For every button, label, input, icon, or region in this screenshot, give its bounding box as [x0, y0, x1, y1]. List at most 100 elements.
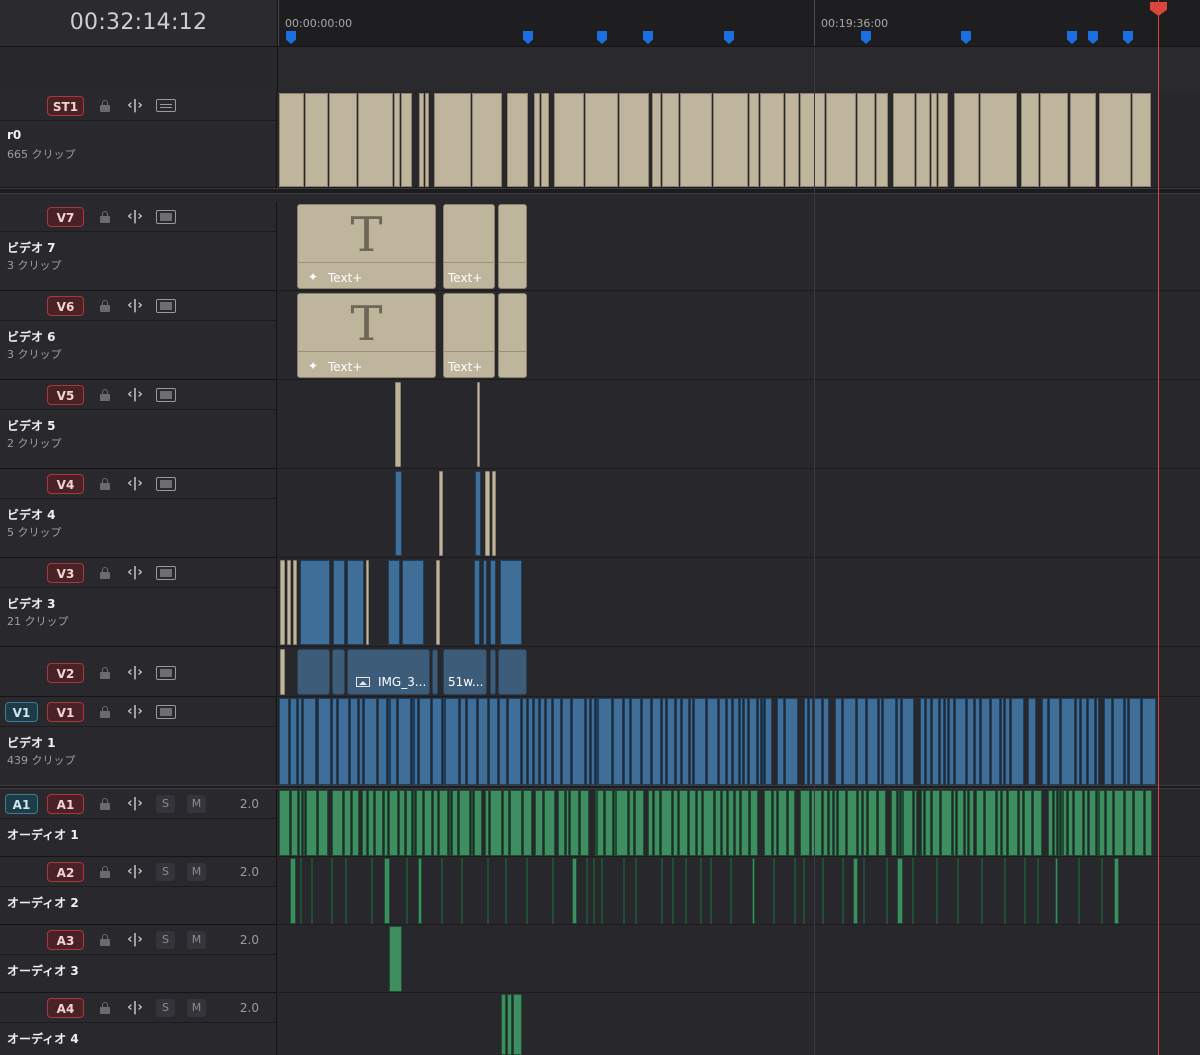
source-badge-v1[interactable]: V1 [5, 702, 38, 722]
clip[interactable] [809, 698, 813, 785]
audio-clip[interactable] [700, 858, 702, 924]
audio-clip[interactable] [886, 858, 888, 924]
film-icon[interactable] [156, 477, 176, 491]
timeline-marker[interactable] [1123, 31, 1133, 44]
clip[interactable] [492, 471, 496, 556]
audio-clip[interactable] [311, 858, 313, 924]
track-lane-v7[interactable]: T ✦ Text+ Text+ [278, 202, 1200, 291]
text-clip[interactable]: T ✦ Text+ [297, 204, 436, 289]
track-lane-a1[interactable] [278, 789, 1200, 857]
audio-clip[interactable] [752, 858, 755, 924]
clip[interactable] [507, 93, 528, 187]
clip[interactable] [329, 93, 357, 187]
timeline-ruler[interactable]: 00:00:00:00 00:19:36:00 [278, 0, 1200, 47]
clip[interactable] [764, 790, 772, 856]
clip[interactable] [300, 560, 330, 645]
audio-clip[interactable] [441, 858, 443, 924]
clip[interactable] [800, 93, 825, 187]
track-header-v3[interactable]: V3 ‹|› ビデオ 3 21 クリップ [0, 558, 277, 647]
clip[interactable] [562, 698, 571, 785]
lock-icon[interactable] [97, 99, 113, 113]
audio-clip[interactable] [552, 858, 554, 924]
clip[interactable] [624, 698, 630, 785]
clip[interactable] [1074, 790, 1083, 856]
audio-clip[interactable] [487, 858, 489, 924]
audio-clip[interactable] [897, 858, 903, 924]
track-header-a1[interactable]: A1 A1 ‹|› S M 2.0 オーディオ 1 [0, 789, 277, 857]
clip[interactable] [297, 649, 330, 695]
audio-clip[interactable] [842, 858, 844, 924]
clip[interactable] [572, 698, 585, 785]
clip[interactable] [1142, 698, 1156, 785]
audio-clip[interactable] [1024, 858, 1026, 924]
clip[interactable] [534, 698, 539, 785]
clip[interactable] [472, 93, 502, 187]
timecode-display[interactable]: 00:32:14:12 [0, 10, 277, 35]
clip[interactable] [544, 790, 555, 856]
clip[interactable] [679, 790, 688, 856]
clip[interactable] [867, 698, 878, 785]
clip[interactable] [1001, 698, 1004, 785]
clip[interactable] [432, 698, 442, 785]
clip[interactable] [471, 790, 473, 856]
clip[interactable] [1005, 698, 1010, 785]
audio-clip[interactable] [345, 858, 347, 924]
track-volume[interactable]: 2.0 [240, 1001, 259, 1015]
clip[interactable] [694, 698, 706, 785]
clip[interactable] [883, 698, 896, 785]
clip[interactable] [389, 790, 398, 856]
track-lane-v6[interactable]: T ✦ Text+ Text+ [278, 291, 1200, 380]
clip[interactable] [689, 790, 696, 856]
clip[interactable] [1129, 698, 1141, 785]
clip[interactable] [868, 790, 877, 856]
clip[interactable] [508, 698, 521, 785]
clip[interactable] [642, 698, 651, 785]
clip[interactable] [303, 698, 316, 785]
track-badge-st1[interactable]: ST1 [47, 96, 84, 116]
clip[interactable] [477, 382, 480, 467]
clip[interactable] [352, 790, 359, 856]
clip[interactable] [976, 790, 984, 856]
clip[interactable] [834, 790, 837, 856]
clip[interactable] [957, 790, 964, 856]
text-clip[interactable] [498, 204, 527, 289]
clip[interactable] [1049, 698, 1060, 785]
clip[interactable] [826, 93, 856, 187]
audio-clip[interactable] [1114, 858, 1119, 924]
audio-clip[interactable] [290, 858, 296, 924]
clip[interactable] [1033, 790, 1042, 856]
clip[interactable] [975, 698, 980, 785]
clip[interactable] [460, 698, 466, 785]
film-icon[interactable] [156, 705, 176, 719]
clip[interactable] [713, 93, 748, 187]
clip[interactable] [941, 790, 952, 856]
clip[interactable] [847, 790, 857, 856]
clip[interactable] [580, 790, 589, 856]
track-group-separator[interactable] [0, 188, 1200, 194]
clip[interactable] [879, 698, 882, 785]
track-header-a2[interactable]: A2 ‹|› S M 2.0 オーディオ 2 [0, 857, 277, 925]
track-badge-v4[interactable]: V4 [47, 474, 84, 494]
clip[interactable] [897, 698, 901, 785]
clip[interactable] [1063, 790, 1067, 856]
clip[interactable] [332, 790, 343, 856]
caption-icon[interactable] [156, 99, 176, 112]
link-icon[interactable]: ‹|› [124, 566, 146, 580]
clip[interactable] [1106, 790, 1113, 856]
clip[interactable] [299, 790, 302, 856]
audio-clip[interactable] [822, 858, 824, 924]
clip[interactable] [358, 93, 393, 187]
track-header-v7[interactable]: V7 ‹|› ビデオ 7 3 クリップ [0, 202, 277, 291]
clip[interactable] [395, 382, 401, 467]
clip[interactable] [605, 790, 613, 856]
clip[interactable] [332, 649, 345, 695]
track-header-v2[interactable]: V2 ‹|› [0, 647, 277, 697]
track-lane-a2[interactable] [278, 857, 1200, 925]
lock-icon[interactable] [97, 705, 113, 719]
clip[interactable] [744, 698, 748, 785]
audio-clip[interactable] [526, 858, 528, 924]
clip[interactable] [528, 698, 533, 785]
clip[interactable] [1021, 93, 1039, 187]
clip[interactable] [823, 698, 829, 785]
clip[interactable] [953, 790, 956, 856]
